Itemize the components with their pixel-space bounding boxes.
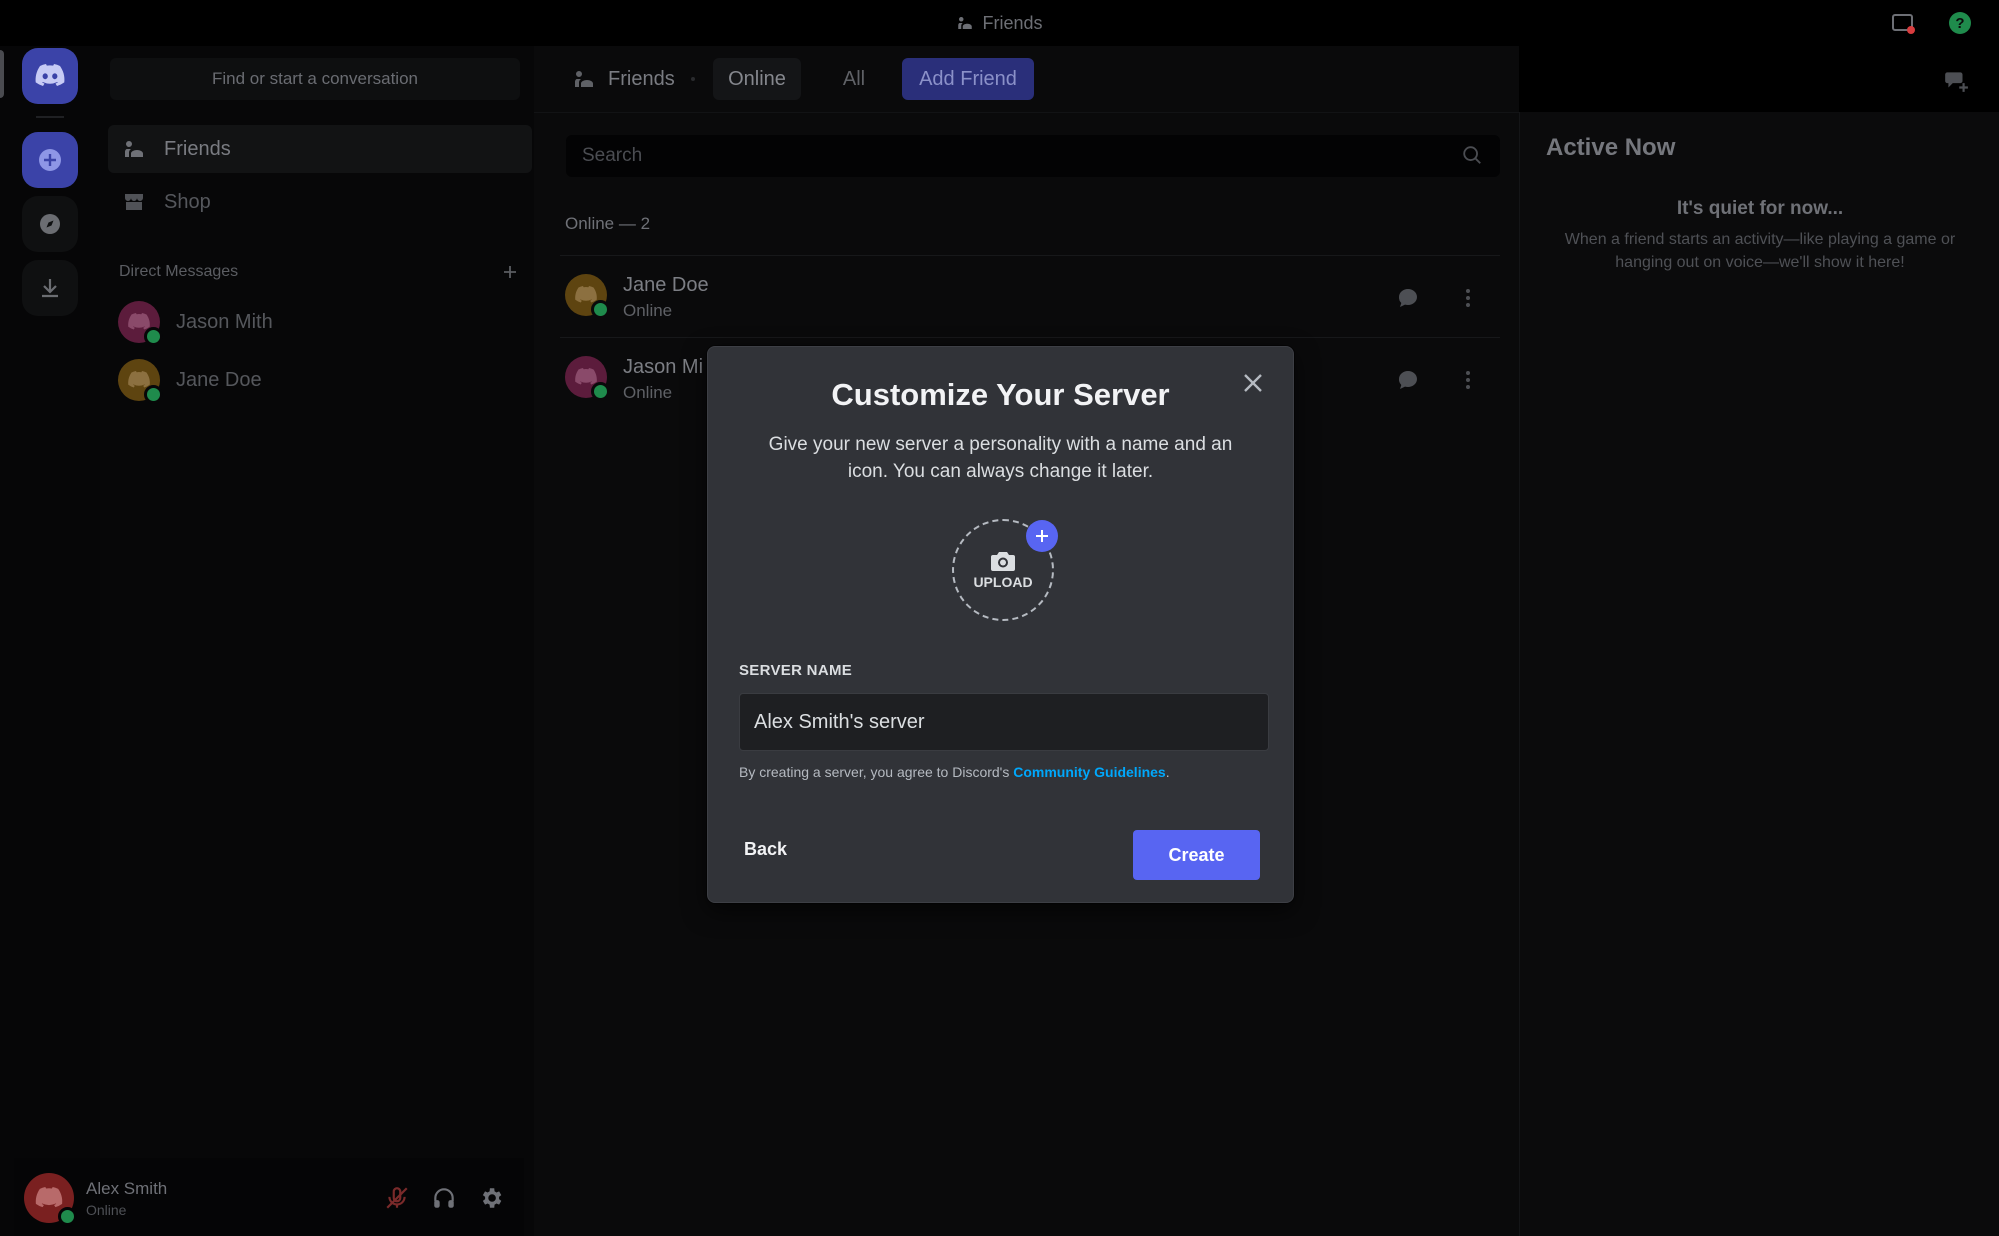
server-name-label: SERVER NAME bbox=[739, 662, 853, 679]
window-title: Friends bbox=[0, 0, 1999, 46]
online-status-dot bbox=[58, 1207, 77, 1226]
online-status-dot bbox=[591, 300, 610, 319]
home-button[interactable] bbox=[22, 48, 78, 104]
settings-gear-icon[interactable] bbox=[478, 1185, 504, 1211]
tab-all[interactable]: All bbox=[821, 58, 887, 100]
dm-item-jane-doe[interactable]: Jane Doe bbox=[118, 356, 262, 404]
add-dm-icon[interactable] bbox=[502, 264, 518, 280]
friends-icon bbox=[125, 141, 143, 157]
search-icon bbox=[1461, 144, 1483, 166]
friend-name: Jane Doe bbox=[623, 274, 709, 296]
explore-button[interactable] bbox=[22, 196, 78, 252]
add-circle-icon bbox=[39, 149, 61, 171]
friends-header: Friends bbox=[572, 58, 675, 100]
rail-divider bbox=[36, 116, 64, 118]
friends-header-label: Friends bbox=[608, 67, 675, 90]
header-separator-dot bbox=[691, 77, 695, 81]
friend-name: Jason Mi bbox=[623, 356, 704, 378]
find-conversation-label: Find or start a conversation bbox=[212, 69, 418, 88]
download-icon bbox=[42, 279, 58, 298]
friends-icon bbox=[575, 71, 593, 87]
dm-name: Jason Mith bbox=[176, 310, 273, 333]
add-server-button[interactable] bbox=[22, 132, 78, 188]
server-name-input[interactable] bbox=[739, 693, 1269, 751]
upload-plus-icon[interactable] bbox=[1026, 520, 1058, 552]
friend-row-jane-doe[interactable]: Jane Doe Online bbox=[560, 255, 1500, 336]
online-status-dot bbox=[144, 327, 163, 346]
quiet-text: When a friend starts an activity—like pl… bbox=[1564, 231, 1956, 271]
svg-text:?: ? bbox=[1955, 15, 1964, 32]
user-avatar[interactable] bbox=[24, 1173, 77, 1226]
download-button[interactable] bbox=[22, 260, 78, 316]
avatar bbox=[565, 356, 610, 401]
sidebar-item-shop-label: Shop bbox=[164, 190, 211, 213]
compass-icon bbox=[40, 214, 60, 234]
online-status-dot bbox=[591, 382, 610, 401]
modal-title: Customize Your Server bbox=[831, 377, 1170, 412]
user-status: Online bbox=[86, 1202, 127, 1218]
add-friend-button[interactable]: Add Friend bbox=[902, 58, 1034, 100]
headphones-icon[interactable] bbox=[431, 1185, 457, 1211]
rail-selected-pill bbox=[0, 50, 4, 98]
quiet-title: It's quiet for now... bbox=[1676, 198, 1844, 219]
active-now-panel: Active Now It's quiet for now... When a … bbox=[1519, 112, 1999, 1236]
dm-item-jason-mith[interactable]: Jason Mith bbox=[118, 298, 273, 346]
customize-server-modal: Customize Your Server Give your new serv… bbox=[707, 346, 1294, 903]
active-now-title: Active Now bbox=[1546, 134, 1676, 161]
friends-icon bbox=[958, 17, 973, 29]
sidebar-item-friends[interactable]: Friends bbox=[108, 125, 532, 173]
discord-logo-icon bbox=[35, 64, 65, 86]
legal-prefix: By creating a server, you agree to Disco… bbox=[739, 764, 1014, 780]
friend-status: Online bbox=[623, 301, 673, 320]
tab-all-label: All bbox=[842, 67, 866, 90]
create-label: Create bbox=[1168, 844, 1225, 865]
user-name: Alex Smith bbox=[86, 1179, 168, 1198]
discord-logo-icon bbox=[35, 1187, 63, 1208]
avatar bbox=[565, 274, 610, 319]
message-bubble-icon[interactable] bbox=[1396, 368, 1420, 392]
tab-online-label: Online bbox=[728, 67, 786, 90]
shop-icon bbox=[125, 194, 143, 210]
sidebar-item-shop[interactable]: Shop bbox=[108, 178, 532, 226]
friends-search-placeholder: Search bbox=[582, 145, 643, 166]
user-panel: Alex Smith Online bbox=[14, 1158, 524, 1236]
upload-label: UPLOAD bbox=[973, 574, 1033, 590]
avatar bbox=[118, 359, 163, 404]
online-count-header: Online — 2 bbox=[565, 214, 651, 233]
avatar bbox=[118, 301, 163, 346]
community-guidelines-link[interactable]: Community Guidelines bbox=[1013, 764, 1165, 780]
new-group-dm-icon[interactable] bbox=[1943, 68, 1969, 94]
more-options-icon[interactable] bbox=[1456, 368, 1480, 392]
window-title-text: Friends bbox=[982, 12, 1043, 33]
sidebar-item-friends-label: Friends bbox=[164, 137, 231, 160]
inbox-icon[interactable] bbox=[1891, 11, 1915, 35]
friend-status: Online bbox=[623, 383, 673, 402]
find-conversation-button[interactable]: Find or start a conversation bbox=[110, 58, 520, 100]
legal-notice: By creating a server, you agree to Disco… bbox=[739, 764, 1170, 780]
add-friend-label: Add Friend bbox=[919, 67, 1017, 90]
mute-microphone-icon[interactable] bbox=[384, 1185, 410, 1211]
legal-suffix: . bbox=[1165, 764, 1170, 780]
dm-name: Jane Doe bbox=[176, 368, 262, 391]
message-bubble-icon[interactable] bbox=[1396, 286, 1420, 310]
friends-search-input[interactable]: Search bbox=[566, 135, 1500, 177]
modal-subtitle: Give your new server a personality with … bbox=[768, 434, 1233, 482]
direct-messages-header: Direct Messages bbox=[119, 263, 239, 280]
online-status-dot bbox=[144, 385, 163, 404]
tab-online[interactable]: Online bbox=[713, 58, 801, 100]
help-icon[interactable]: ? bbox=[1948, 11, 1972, 35]
create-button[interactable]: Create bbox=[1133, 830, 1260, 880]
camera-icon bbox=[991, 552, 1015, 571]
title-bar: Friends ? bbox=[0, 0, 1999, 46]
more-options-icon[interactable] bbox=[1456, 286, 1480, 310]
back-button[interactable]: Back bbox=[744, 839, 787, 860]
